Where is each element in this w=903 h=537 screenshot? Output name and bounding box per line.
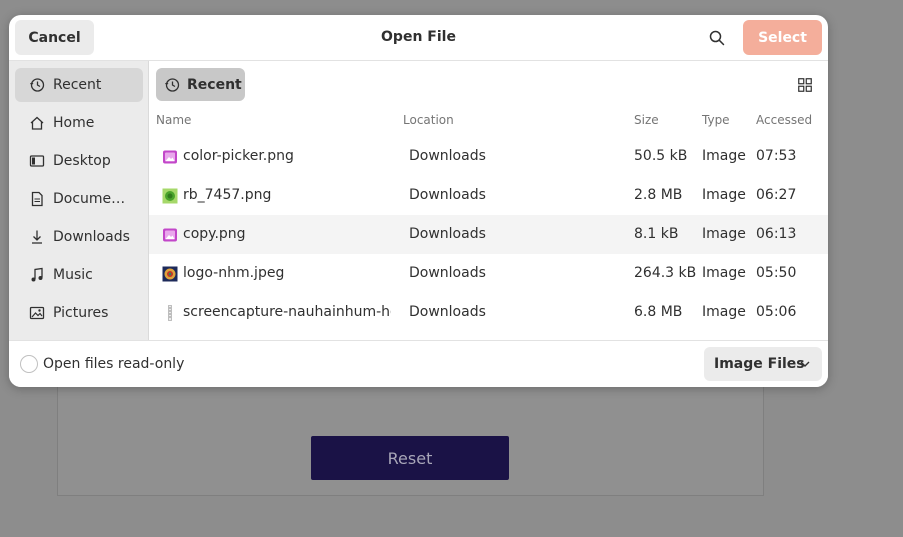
file-size: 6.8 MB	[634, 304, 683, 320]
sidebar-item-label: Pictures	[53, 305, 109, 321]
cancel-button[interactable]: Cancel	[15, 20, 94, 55]
sidebar-item-home[interactable]: Home	[15, 106, 143, 140]
select-button[interactable]: Select	[743, 20, 822, 55]
file-accessed: 05:50	[756, 265, 797, 281]
music-icon	[29, 267, 45, 283]
sidebar-item-label: Recent	[53, 77, 102, 93]
image-file-icon	[162, 227, 178, 243]
file-accessed: 06:13	[756, 226, 797, 242]
sidebar-item-desktop[interactable]: Desktop	[15, 144, 143, 178]
sidebar-item-documents[interactable]: Docume…	[15, 182, 143, 216]
image-file-icon	[162, 149, 178, 165]
sidebar-item-label: Docume…	[53, 191, 126, 207]
pictures-icon	[29, 305, 45, 321]
history-icon	[29, 77, 45, 93]
table-row[interactable]: screencapture-nauhainhum-hor Downloads 6…	[149, 293, 828, 332]
reset-button[interactable]: Reset	[311, 436, 509, 480]
file-type: Image	[702, 187, 746, 203]
sidebar-item-label: Home	[53, 115, 95, 131]
green-thumbnail-icon	[162, 188, 178, 204]
read-only-checkbox[interactable]	[20, 355, 38, 373]
file-name: logo-nhm.jpeg	[183, 265, 285, 281]
file-location: Downloads	[409, 187, 486, 203]
sidebar-item-recent[interactable]: Recent	[15, 68, 143, 102]
sidebar-item-label: Downloads	[53, 229, 130, 245]
document-icon	[29, 191, 45, 207]
sidebar-item-music[interactable]: Music	[15, 258, 143, 292]
home-icon	[29, 115, 45, 131]
file-location: Downloads	[409, 148, 486, 164]
table-row[interactable]: copy.png Downloads 8.1 kB Image 06:13	[149, 215, 828, 254]
column-header-accessed[interactable]: Accessed	[756, 113, 812, 127]
search-icon[interactable]	[706, 27, 728, 49]
dialog-footer: Open files read-only Image Files	[9, 340, 828, 387]
file-size: 8.1 kB	[634, 226, 679, 242]
places-sidebar: Recent Home Desktop Docume… Downloads Mu…	[9, 61, 149, 340]
open-file-dialog: Cancel Open File Select Recent Home Desk…	[9, 15, 828, 387]
download-icon	[29, 229, 45, 245]
file-location: Downloads	[409, 226, 486, 242]
dialog-header: Cancel Open File Select	[9, 15, 828, 61]
grid-view-icon[interactable]	[796, 76, 814, 94]
column-header-type[interactable]: Type	[702, 113, 730, 127]
table-row[interactable]: color-picker.png Downloads 50.5 kB Image…	[149, 137, 828, 176]
file-location: Downloads	[409, 265, 486, 281]
file-name: rb_7457.png	[183, 187, 272, 203]
file-accessed: 05:06	[756, 304, 797, 320]
column-header-size[interactable]: Size	[634, 113, 659, 127]
path-bar-recent[interactable]: Recent	[156, 68, 245, 101]
file-size: 264.3 kB	[634, 265, 697, 281]
filter-label: Image Files	[714, 356, 805, 372]
file-accessed: 07:53	[756, 148, 797, 164]
file-name: screencapture-nauhainhum-hor	[183, 304, 391, 320]
sidebar-item-downloads[interactable]: Downloads	[15, 220, 143, 254]
logo-thumbnail-icon	[162, 266, 178, 282]
file-list-pane: Recent Name Location Size Type Accessed …	[149, 61, 828, 340]
file-size: 2.8 MB	[634, 187, 683, 203]
file-size: 50.5 kB	[634, 148, 688, 164]
file-name: color-picker.png	[183, 148, 294, 164]
column-header-name[interactable]: Name	[156, 113, 191, 127]
path-bar-label: Recent	[187, 76, 242, 93]
file-type: Image	[702, 265, 746, 281]
sidebar-item-label: Music	[53, 267, 93, 283]
file-name: copy.png	[183, 226, 246, 242]
screenshot-thumbnail-icon	[162, 305, 178, 321]
column-header-location[interactable]: Location	[403, 113, 454, 127]
file-type: Image	[702, 148, 746, 164]
table-row[interactable]: logo-nhm.jpeg Downloads 264.3 kB Image 0…	[149, 254, 828, 293]
sidebar-item-label: Desktop	[53, 153, 111, 169]
file-type-filter-dropdown[interactable]: Image Files	[704, 347, 822, 381]
file-type: Image	[702, 304, 746, 320]
sidebar-item-pictures[interactable]: Pictures	[15, 296, 143, 330]
file-location: Downloads	[409, 304, 486, 320]
chevron-down-icon	[799, 358, 811, 370]
table-row[interactable]: rb_7457.png Downloads 2.8 MB Image 06:27	[149, 176, 828, 215]
file-accessed: 06:27	[756, 187, 797, 203]
history-icon	[164, 77, 180, 93]
file-type: Image	[702, 226, 746, 242]
read-only-label[interactable]: Open files read-only	[43, 356, 184, 372]
desktop-icon	[29, 153, 45, 169]
